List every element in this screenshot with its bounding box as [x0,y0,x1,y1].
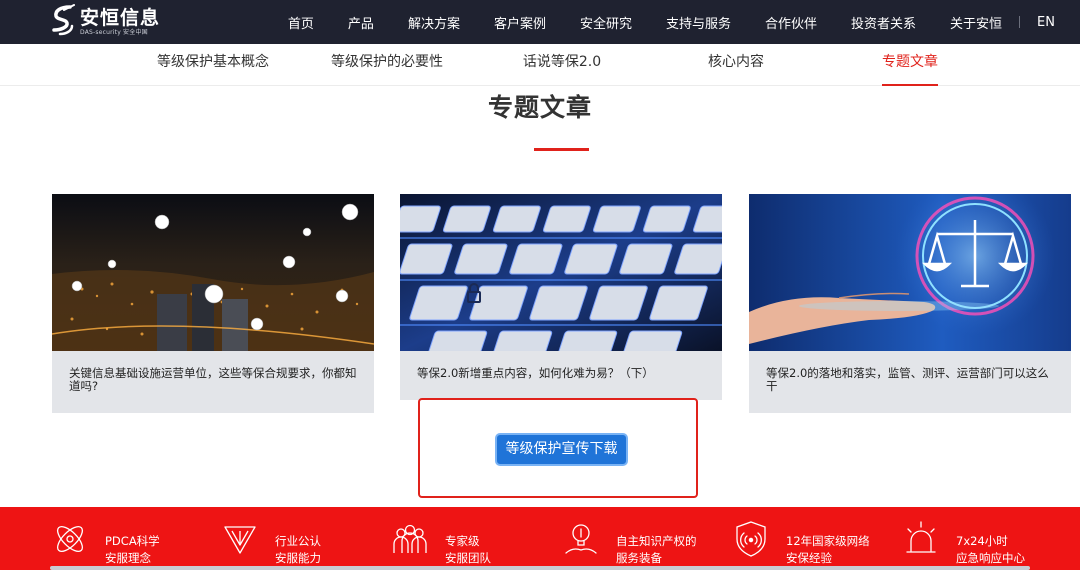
section-title: 专题文章 [487,93,592,122]
title-accent-line [534,148,589,151]
nav-item-about[interactable]: 关于安恒 [950,13,1002,32]
active-tab-underline [882,84,938,86]
feature-line-1: 行业公认 [275,534,321,548]
feature-line-2: 服务装备 [616,551,662,565]
subnav-item-dengbao-2[interactable]: 话说等保2.0 [523,44,601,86]
feature-line-1: 7x24小时 [956,534,1008,548]
justice-scale-image [749,194,1071,351]
subnav-item-basic-concepts[interactable]: 等级保护基本概念 [157,44,269,86]
article-card-2-title: 等保2.0新增重点内容，如何化难为易？（下） [417,366,654,380]
lightbulb-hand-icon [565,524,597,554]
top-navbar: 安恒信息 DAS-security 安全中国 首页 产品 解决方案 客户案例 安… [0,0,1080,44]
subnav-item-core-content[interactable]: 核心内容 [708,44,764,86]
nav-item-cases[interactable]: 客户案例 [494,13,546,32]
logo-en-text: DAS-security 安全中国 [80,29,148,36]
feature-line-1: 12年国家级网络 [786,534,870,548]
alarm-icon [906,521,936,553]
topic-subnav: 等级保护基本概念 等级保护的必要性 话说等保2.0 核心内容 专题文章 [0,44,1080,86]
triangle-shield-icon [224,526,256,554]
feature-line-2: 安保经验 [786,551,832,565]
nav-item-solutions[interactable]: 解决方案 [408,13,460,32]
smart-city-image [52,194,374,351]
nav-item-products[interactable]: 产品 [348,13,374,32]
bottom-scroll-rail[interactable] [50,566,1030,570]
language-switch-en[interactable]: EN [1037,15,1055,30]
logo-cn-text: 安恒信息 [80,7,161,29]
article-card-2[interactable]: 等保2.0新增重点内容，如何化难为易？（下） [400,194,722,400]
feature-line-2: 应急响应中心 [956,551,1025,565]
nav-item-partners[interactable]: 合作伙伴 [765,13,817,32]
team-icon [393,524,427,553]
wireless-shield-icon [736,521,766,557]
article-card-1-title: 关键信息基础设施运营单位，这些等保合规要求，你都知道吗? [69,366,357,393]
atom-icon [57,526,83,552]
article-card-3-title: 等保2.0的落地和落实，监管、测评、运营部门可以这么干 [766,366,1049,393]
nav-item-home[interactable]: 首页 [288,13,314,32]
subnav-active-label: 专题文章 [882,54,938,70]
article-card-1[interactable]: 关键信息基础设施运营单位，这些等保合规要求，你都知道吗? [52,194,374,413]
glowing-keyboard-image [400,194,722,351]
feature-line-1: 自主知识产权的 [616,534,697,548]
download-promo-button[interactable]: 等级保护宣传下载 [495,433,628,466]
main-nav: 首页 产品 解决方案 客户案例 安全研究 支持与服务 合作伙伴 投资者关系 关于… [288,0,1080,44]
feature-line-1: 专家级 [445,534,480,548]
feature-line-2: 安服理念 [105,551,151,565]
feature-line-2: 安服能力 [275,551,321,565]
feature-line-1: PDCA科学 [105,534,160,548]
subnav-item-necessity[interactable]: 等级保护的必要性 [331,44,443,86]
logo[interactable]: 安恒信息 DAS-security 安全中国 [50,3,160,41]
nav-item-investors[interactable]: 投资者关系 [851,13,916,32]
logo-mark-icon [52,4,75,36]
nav-item-research[interactable]: 安全研究 [580,13,632,32]
subnav-item-featured-articles[interactable]: 专题文章 [882,44,938,86]
article-card-3[interactable]: 等保2.0的落地和落实，监管、测评、运营部门可以这么干 [749,194,1071,413]
nav-item-support[interactable]: 支持与服务 [666,13,731,32]
feature-line-2: 安服团队 [445,551,491,565]
feature-strip: PDCA科学 安服理念 行业公认 安服能力 专家级 安服团队 自主知识产权的 服… [0,507,1080,570]
nav-divider [1019,16,1021,28]
